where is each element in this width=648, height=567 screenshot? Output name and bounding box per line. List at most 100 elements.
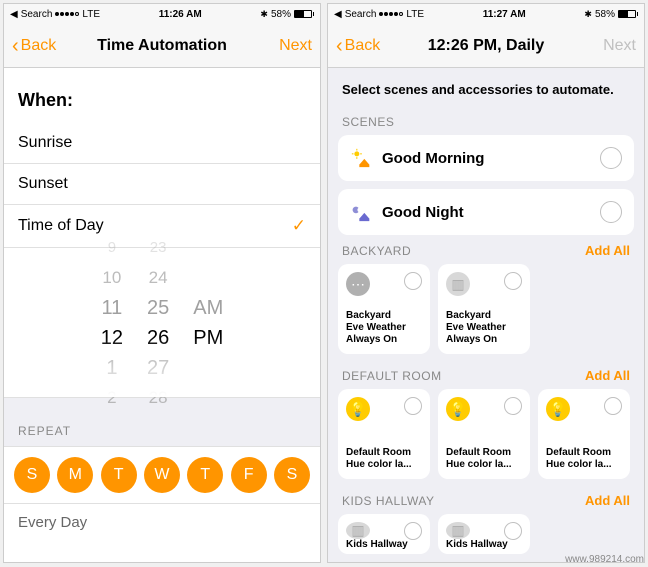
option-sunrise[interactable]: Sunrise (4, 123, 320, 164)
add-all-button[interactable]: Add All (585, 243, 630, 258)
back-button[interactable]: ‹ Back (336, 36, 380, 56)
status-bar: ◀ Search LTE 11:26 AM ✱ 58% (4, 4, 320, 24)
radio-circle-icon (404, 397, 422, 415)
bulb-icon: 💡 (346, 397, 370, 421)
accessory-tile[interactable]: ⋯ Backyard Eve Weather Always On (338, 264, 430, 354)
add-all-button[interactable]: Add All (585, 493, 630, 508)
chevron-left-icon: ‹ (336, 36, 343, 56)
default-room-tiles: 💡 Default Room Hue color la... 💡 Default… (328, 389, 644, 493)
tile-label: Backyard Eve Weather Always On (446, 310, 522, 346)
bluetooth-icon: ✱ (260, 9, 268, 20)
section-kids-hallway-header: KIDS HALLWAY Add All (328, 493, 644, 514)
radio-circle-icon (504, 272, 522, 290)
accessory-tile[interactable]: 💡 Default Room Hue color la... (538, 389, 630, 479)
radio-circle-icon (404, 272, 422, 290)
scene-good-morning[interactable]: Good Morning (338, 135, 634, 181)
section-title: KIDS HALLWAY (342, 494, 434, 508)
radio-circle-icon (600, 201, 622, 223)
prompt-text: Select scenes and accessories to automat… (328, 68, 644, 115)
back-label: Back (345, 37, 381, 55)
nav-bar: ‹ Back 12:26 PM, Daily Next (328, 24, 644, 68)
accessory-tile[interactable]: 💡 Default Room Hue color la... (438, 389, 530, 479)
back-button[interactable]: ‹ Back (12, 36, 56, 56)
section-title: DEFAULT ROOM (342, 369, 442, 383)
picker-ampm-column[interactable]: AM PM (193, 248, 223, 398)
signal-dots-icon (55, 12, 79, 16)
weather-icon: ⋯ (346, 272, 370, 296)
section-title: BACKYARD (342, 244, 411, 258)
picker-minute-column[interactable]: 23 24 25 26 27 28 (147, 248, 169, 398)
carrier-label: LTE (406, 9, 424, 20)
backyard-tiles: ⋯ Backyard Eve Weather Always On ▥ Backy… (328, 264, 644, 368)
tile-label: Default Room Hue color la... (546, 447, 622, 471)
day-fri[interactable]: F (231, 457, 267, 493)
next-button[interactable]: Next (279, 37, 312, 55)
scene-good-night[interactable]: Good Night (338, 189, 634, 235)
chevron-left-icon: ‹ (12, 36, 19, 56)
option-label: Sunset (18, 175, 68, 193)
accessory-tile[interactable]: ▥ Kids Hallway (438, 514, 530, 554)
tile-label: Kids Hallway (446, 539, 522, 551)
status-bar: ◀ Search LTE 11:27 AM ✱ 58% (328, 4, 644, 24)
moon-house-icon (350, 201, 372, 223)
option-label: Time of Day (18, 217, 104, 235)
phone-right: ◀ Search LTE 11:27 AM ✱ 58% ‹ Back 12 (327, 3, 645, 563)
accessory-tile[interactable]: ▥ Kids Hallway (338, 514, 430, 554)
day-wed[interactable]: W (144, 457, 180, 493)
accessory-icon: ▥ (446, 522, 470, 539)
nav-bar: ‹ Back Time Automation Next (4, 24, 320, 68)
status-back-label: Search (21, 9, 53, 20)
checkmark-icon: ✓ (292, 216, 306, 236)
section-backyard-header: BACKYARD Add All (328, 243, 644, 264)
tile-label: Backyard Eve Weather Always On (346, 310, 422, 346)
bulb-icon: 💡 (546, 397, 570, 421)
watermark: www.989214.com (565, 554, 644, 565)
day-selector: S M T W T F S (4, 447, 320, 504)
accessory-icon: ▥ (346, 522, 370, 539)
day-sun[interactable]: S (14, 457, 50, 493)
scene-name: Good Night (382, 204, 464, 221)
weather-icon: ▥ (446, 272, 470, 296)
signal-dots-icon (379, 12, 403, 16)
back-to-search-icon: ◀ (334, 9, 342, 20)
status-back-label: Search (345, 9, 377, 20)
accessory-tile[interactable]: 💡 Default Room Hue color la... (338, 389, 430, 479)
battery-icon (294, 10, 314, 18)
day-sat[interactable]: S (274, 457, 310, 493)
phone-left: ◀ Search LTE 11:26 AM ✱ 58% ‹ Back Ti (3, 3, 321, 563)
radio-circle-icon (504, 397, 522, 415)
bulb-icon: 💡 (446, 397, 470, 421)
radio-circle-icon (504, 522, 522, 540)
add-all-button[interactable]: Add All (585, 368, 630, 383)
back-to-search-icon: ◀ (10, 9, 18, 20)
section-default-room-header: DEFAULT ROOM Add All (328, 368, 644, 389)
day-mon[interactable]: M (57, 457, 93, 493)
sun-house-icon (350, 147, 372, 169)
time-picker[interactable]: 9 10 11 12 1 2 23 24 25 26 27 28 AM (4, 248, 320, 398)
status-time: 11:26 AM (159, 9, 202, 20)
battery-pct: 58% (595, 9, 615, 20)
tile-label: Kids Hallway (346, 539, 422, 551)
day-thu[interactable]: T (187, 457, 223, 493)
option-sunset[interactable]: Sunset (4, 164, 320, 205)
day-tue[interactable]: T (101, 457, 137, 493)
option-label: Sunrise (18, 134, 72, 152)
next-button: Next (603, 37, 636, 55)
every-day-row[interactable]: Every Day (4, 504, 320, 541)
scene-name: Good Morning (382, 150, 484, 167)
radio-circle-icon (604, 397, 622, 415)
radio-circle-icon (404, 522, 422, 540)
status-time: 11:27 AM (483, 9, 526, 20)
battery-icon (618, 10, 638, 18)
battery-pct: 58% (271, 9, 291, 20)
radio-circle-icon (600, 147, 622, 169)
back-label: Back (21, 37, 57, 55)
section-scenes-header: SCENES (328, 115, 644, 135)
tile-label: Default Room Hue color la... (346, 447, 422, 471)
section-title: SCENES (342, 115, 394, 129)
carrier-label: LTE (82, 9, 100, 20)
picker-hour-column[interactable]: 9 10 11 12 1 2 (101, 248, 123, 398)
accessory-tile[interactable]: ▥ Backyard Eve Weather Always On (438, 264, 530, 354)
bluetooth-icon: ✱ (584, 9, 592, 20)
tile-label: Default Room Hue color la... (446, 447, 522, 471)
